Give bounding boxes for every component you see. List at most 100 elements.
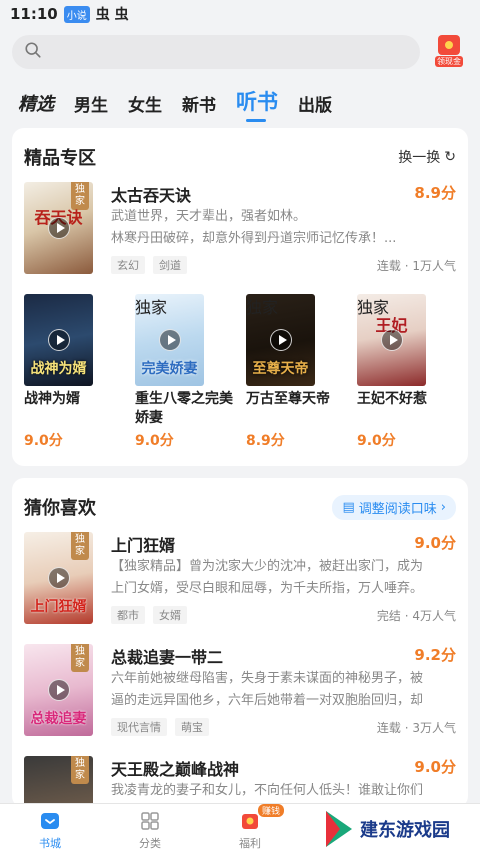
book-title[interactable]: 战神为婿 xyxy=(24,390,124,428)
nav-label: 福利 xyxy=(239,837,261,850)
site-watermark: 建东游戏园 xyxy=(322,809,450,849)
tab-audiobooks[interactable]: 听书 xyxy=(236,86,278,122)
nav-label: 分类 xyxy=(139,837,161,850)
cover-title: 总裁追妻 xyxy=(30,711,87,727)
search-row: 领现金 xyxy=(12,34,470,70)
exclusive-badge: 独家 xyxy=(71,532,89,560)
refresh-icon: ↻ xyxy=(444,149,456,165)
nav-welfare[interactable]: 福利 赚钱 xyxy=(200,804,300,853)
recommend-book[interactable]: 独家 天王殿之巅峰战神 9.0分 我凌青龙的妻子和女儿，不向任何人低头！谁敢让你… xyxy=(24,756,456,808)
tab-female[interactable]: 女生 xyxy=(128,91,162,116)
book-description: 【独家精品】曾为沈家大少的沈冲，被赶出家门，成为 上门女婿，受尽白眼和屈辱，为千… xyxy=(111,559,424,596)
book-tag[interactable]: 剑道 xyxy=(153,256,187,274)
book-score: 8.9分 xyxy=(414,184,456,202)
red-packet-button[interactable]: 领现金 xyxy=(434,35,464,69)
recommend-book[interactable]: 独家 上门狂婿 上门狂婿 9.0分 【独家精品】曾为沈家大少的沈冲，被赶出家门，… xyxy=(24,532,456,624)
status-time: 11:10 xyxy=(10,5,58,23)
refresh-button[interactable]: 换一换 ↻ xyxy=(398,147,456,167)
book-stats: 连载 · 3万人气 xyxy=(376,720,456,735)
book-cover[interactable]: 独家 吞天诀 xyxy=(24,182,93,274)
book-title[interactable]: 天王殿之巅峰战神 xyxy=(111,756,456,779)
book-cover[interactable]: 战神为婿 xyxy=(24,294,93,386)
grid-book[interactable]: 独家 完美娇妻 重生八零之完美娇妻 9.0分 xyxy=(135,294,246,450)
watermark-text: 建东游戏园 xyxy=(360,820,450,841)
book-title[interactable]: 万古至尊天帝 xyxy=(246,390,346,428)
play-icon[interactable] xyxy=(47,329,70,351)
exclusive-badge: 独家 xyxy=(135,298,168,317)
book-score: 9.0分 xyxy=(414,758,456,776)
book-description: 武道世界，天才辈出，强者如林。 林寒丹田破碎，却意外得到丹道宗师记忆传承！... xyxy=(111,209,397,246)
book-score: 9.0分 xyxy=(135,433,174,449)
book-tag[interactable]: 现代言情 xyxy=(111,718,167,736)
book-score: 9.0分 xyxy=(414,534,456,552)
category-icon xyxy=(139,810,161,832)
featured-book[interactable]: 独家 吞天诀 太古吞天诀 8.9分 武道世界，天才辈出，强者如林。 林寒丹田破碎… xyxy=(24,182,456,274)
book-cover[interactable]: 独家 至尊天帝 xyxy=(246,294,315,386)
grid-book[interactable]: 独家 王妃 王妃不好惹 9.0分 xyxy=(357,294,468,450)
premium-section: 精品专区 换一换 ↻ 独家 吞天诀 太古吞天诀 8.9分 武道世界，天才辈出，强… xyxy=(12,128,468,466)
book-grid: 战神为婿 战神为婿 9.0分 独家 完美娇妻 重生八零之完美娇妻 9.0分 独家… xyxy=(24,294,468,450)
play-icon[interactable] xyxy=(158,329,181,351)
book-cover[interactable]: 独家 总裁追妻 xyxy=(24,644,93,736)
exclusive-badge: 独家 xyxy=(246,298,279,317)
book-score: 8.9分 xyxy=(246,433,285,449)
play-icon[interactable] xyxy=(269,329,292,351)
red-envelope-icon xyxy=(438,35,460,55)
tune-label: 调整阅读口味 xyxy=(358,501,437,517)
cover-title: 至尊天帝 xyxy=(252,361,309,377)
notification-app-icon: 小说 xyxy=(63,5,90,23)
channel-tabs: 精选 男生 女生 新书 听书 出版 xyxy=(18,84,352,122)
grid-book[interactable]: 独家 至尊天帝 万古至尊天帝 8.9分 xyxy=(246,294,357,450)
search-icon xyxy=(24,41,42,63)
book-score: 9.0分 xyxy=(357,433,396,449)
earn-badge: 赚钱 xyxy=(258,804,285,817)
grid-book[interactable]: 战神为婿 战神为婿 9.0分 xyxy=(24,294,135,450)
red-packet-label: 领现金 xyxy=(435,56,463,67)
book-title[interactable]: 重生八零之完美娇妻 xyxy=(135,390,235,428)
book-description: 六年前她被继母陷害，失身于素未谋面的神秘男子，被 逼的走远异国他乡，六年后她带着… xyxy=(111,671,424,708)
book-tag[interactable]: 女婿 xyxy=(153,606,187,624)
exclusive-badge: 独家 xyxy=(71,756,89,784)
book-cover[interactable]: 独家 完美娇妻 xyxy=(135,294,204,386)
book-stats: 完结 · 4万人气 xyxy=(376,608,456,623)
book-cover[interactable]: 独家 王妃 xyxy=(357,294,426,386)
book-score: 9.0分 xyxy=(24,433,63,449)
watermark-logo-icon xyxy=(326,811,352,847)
play-icon[interactable] xyxy=(47,217,70,239)
bookstore-icon xyxy=(39,810,61,832)
tune-icon: ▤ xyxy=(342,499,355,515)
book-stats: 连载 · 1万人气 xyxy=(376,258,456,273)
notification-bug-icon: 虫 虫 xyxy=(95,7,129,23)
book-tag[interactable]: 玄幻 xyxy=(111,256,145,274)
cover-title: 完美娇妻 xyxy=(141,361,198,377)
book-cover[interactable]: 独家 上门狂婿 xyxy=(24,532,93,624)
play-icon[interactable] xyxy=(47,567,70,589)
nav-label: 书城 xyxy=(39,837,61,850)
tab-male[interactable]: 男生 xyxy=(74,91,108,116)
book-title[interactable]: 太古吞天诀 xyxy=(111,182,456,205)
search-input[interactable] xyxy=(12,35,420,69)
book-title[interactable]: 总裁追妻一带二 xyxy=(111,644,456,667)
refresh-label: 换一换 xyxy=(398,150,441,166)
play-icon[interactable] xyxy=(47,679,70,701)
book-tag[interactable]: 萌宝 xyxy=(175,718,209,736)
book-title[interactable]: 王妃不好惹 xyxy=(357,390,457,428)
tab-published[interactable]: 出版 xyxy=(298,91,332,116)
recommend-book[interactable]: 独家 总裁追妻 总裁追妻一带二 9.2分 六年前她被继母陷害，失身于素未谋面的神… xyxy=(24,644,456,736)
chevron-right-icon: › xyxy=(440,499,446,515)
section-title: 猜你喜欢 xyxy=(24,498,96,519)
tune-taste-button[interactable]: ▤ 调整阅读口味 › xyxy=(332,494,456,520)
status-bar: 11:10 小说 虫 虫 xyxy=(0,0,480,28)
section-title: 精品专区 xyxy=(24,148,96,169)
tab-featured[interactable]: 精选 xyxy=(18,90,54,116)
tab-new-books[interactable]: 新书 xyxy=(182,91,216,116)
book-cover[interactable]: 独家 xyxy=(24,756,93,808)
book-tag[interactable]: 都市 xyxy=(111,606,145,624)
play-icon[interactable] xyxy=(380,329,403,351)
book-score: 9.2分 xyxy=(414,646,456,664)
cover-title: 战神为婿 xyxy=(30,361,87,377)
nav-category[interactable]: 分类 xyxy=(100,804,200,853)
exclusive-badge: 独家 xyxy=(71,644,89,672)
book-title[interactable]: 上门狂婿 xyxy=(111,532,456,555)
nav-bookstore[interactable]: 书城 xyxy=(0,804,100,853)
